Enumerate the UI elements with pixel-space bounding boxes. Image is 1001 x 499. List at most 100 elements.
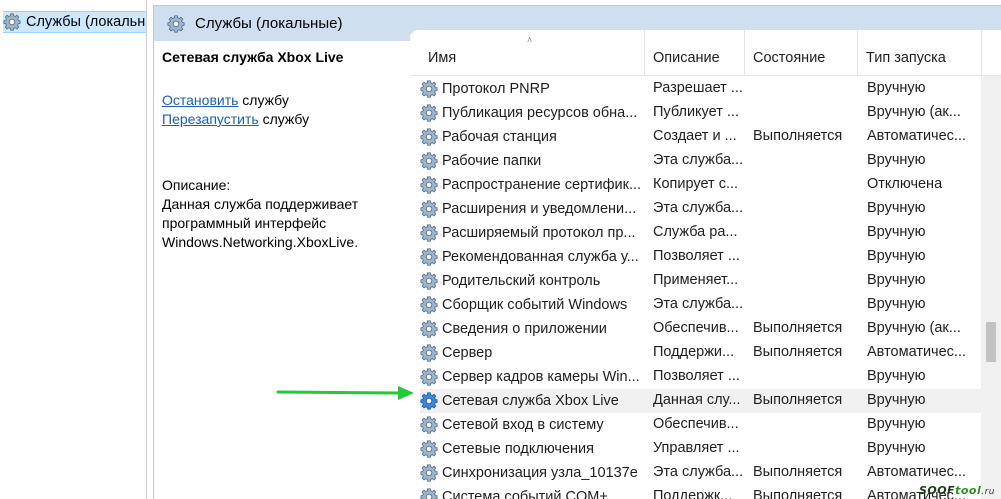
service-startup-type: Вручную [867,272,926,288]
vertical-scrollbar[interactable] [981,76,1001,499]
service-row[interactable]: Сервер Поддержи... Выполняется Автоматичес.… [420,341,981,365]
service-description: Позволяет ... [653,248,740,264]
watermark-logo: SOOFtool.ru [919,484,995,497]
service-name: Рабочие папки [442,153,542,169]
service-name: Расширения и уведомлени... [442,201,637,217]
watermark-part1: SOOF [918,484,956,497]
services-gear-icon [3,13,21,31]
description-text: Данная служба поддерживает программный и… [162,196,359,250]
service-startup-type: Вручную [867,392,926,408]
service-startup-type: Вручную [867,416,926,432]
service-row[interactable]: Сборщик событий Windows Эта служба... Вруч… [420,293,981,317]
service-row[interactable]: Сетевая служба Xbox Live Данная слу... Вып… [420,389,981,413]
service-row[interactable]: Расширения и уведомлени... Эта служба... В… [420,197,981,221]
service-name-cell: Сетевые подключения [420,438,645,460]
service-gear-icon [420,344,438,362]
service-row[interactable]: Рабочая станция Создает и ... Выполняется А… [420,125,981,149]
pane-title: Службы (локальные) [195,15,343,32]
service-description: Служба ра... [653,224,738,240]
service-description: Обеспечив... [653,416,739,432]
service-description: Эта служба... [653,200,744,216]
column-header-name[interactable]: Имя [420,30,645,76]
service-state: Выполняется [753,488,843,499]
service-startup-type: Вручную [867,200,926,216]
service-description: Разрешает ... [653,80,743,96]
tree-item-services-local[interactable]: Службы (локальн [3,11,146,33]
service-name-cell: Сборщик событий Windows [420,294,645,316]
service-startup-type: Вручную [867,224,926,240]
service-name: Сетевая служба Xbox Live [442,393,619,409]
service-row[interactable]: Распространение сертифик... Копирует с...… [420,173,981,197]
service-row[interactable]: Система событий COM+ Поддержк... Выполняет… [420,485,981,499]
service-startup-type: Вручную (ак... [867,104,961,120]
service-row[interactable]: Расширяемый протокол пр... Служба ра... Вр… [420,221,981,245]
service-startup-type: Вручную [867,80,926,96]
services-gear-icon [167,14,185,33]
service-row[interactable]: Протокол PNRP Разрешает ... Вручную [420,77,981,101]
service-startup-type: Автоматичес... [867,128,967,144]
service-gear-icon [420,152,438,170]
service-startup-type: Отключена [867,176,943,192]
service-startup-type: Вручную [867,296,926,312]
column-header-startup-type[interactable]: Тип запуска [858,30,982,76]
service-row[interactable]: Сведения о приложении Обеспечив... Выполня… [420,317,981,341]
service-description: Эта служба... [653,464,744,480]
green-annotation-arrow [276,386,414,400]
service-description: Применяет... [653,272,739,288]
service-gear-icon [420,224,438,242]
service-name-cell: Расширения и уведомлени... [420,198,645,220]
service-name: Сетевой вход в систему [442,417,604,433]
service-description: Обеспечив... [653,320,739,336]
service-gear-icon [420,488,438,499]
column-header-description[interactable]: Описание [645,30,745,76]
service-name-cell: Распространение сертифик... [420,174,645,196]
service-state: Выполняется [753,392,843,408]
service-description: Эта служба... [653,296,744,312]
description-heading: Описание: [162,177,231,193]
service-row[interactable]: Сетевой вход в систему Обеспечив... Вручну… [420,413,981,437]
service-row[interactable]: Родительский контроль Применяет... Вручную [420,269,981,293]
service-description: Копирует с... [653,176,739,192]
service-name: Система событий COM+ [442,489,608,499]
service-gear-icon [420,296,438,314]
service-startup-type: Автоматичес... [867,464,967,480]
service-row[interactable]: Сетевые подключения Управляет ... Вручную [420,437,981,461]
service-row[interactable]: Синхронизация узла_10137e Эта служба... Вы… [420,461,981,485]
service-name: Сборщик событий Windows [442,297,628,313]
stop-service-link[interactable]: Остановить [162,92,238,108]
restart-service-link[interactable]: Перезапустить [162,111,259,127]
restart-service-suffix: службу [258,111,310,127]
service-name-cell: Рабочая станция [420,126,645,148]
scrollbar-thumb[interactable] [986,322,996,362]
service-gear-icon [420,392,438,410]
service-name-cell: Система событий COM+ [420,486,645,499]
service-name: Публикация ресурсов обна... [442,105,638,121]
column-header-state[interactable]: Состояние [745,30,858,76]
service-row[interactable]: Публикация ресурсов обна... Публикует ...… [420,101,981,125]
service-startup-type: Автоматичес... [867,344,967,360]
service-startup-type: Вручную (ак... [867,320,961,336]
service-row[interactable]: Рекомендованная служба у... Позволяет ...… [420,245,981,269]
service-startup-type: Вручную [867,248,926,264]
service-name-cell: Расширяемый протокол пр... [420,222,645,244]
service-name: Сведения о приложении [442,321,607,337]
service-state: Выполняется [753,464,843,480]
service-description: Поддержи... [653,344,735,360]
service-startup-type: Вручную [867,368,926,384]
service-name-cell: Синхронизация узла_10137e [420,462,645,484]
service-name: Синхронизация узла_10137e [442,465,638,481]
services-main-pane: Службы (локальные) Сетевая служба Xbox L… [153,5,1001,499]
service-gear-icon [420,320,438,338]
service-name-cell: Сервер кадров камеры Win... [420,366,645,388]
selected-service-title: Сетевая служба Xbox Live [162,49,344,65]
stop-service-line: Остановить службу [162,91,408,110]
services-list: ˄ Имя Описание Состояние Тип запуска Про… [410,30,1001,499]
service-row[interactable]: Рабочие папки Эта служба... Вручную [420,149,981,173]
service-startup-type: Вручную [867,152,926,168]
service-name-cell: Рекомендованная служба у... [420,246,645,268]
service-name-cell: Сетевая служба Xbox Live [420,390,645,412]
service-name-cell: Сетевой вход в систему [420,414,645,436]
service-name: Расширяемый протокол пр... [442,225,636,241]
service-name-cell: Сведения о приложении [420,318,645,340]
service-row[interactable]: Сервер кадров камеры Win... Позволяет ...… [420,365,981,389]
